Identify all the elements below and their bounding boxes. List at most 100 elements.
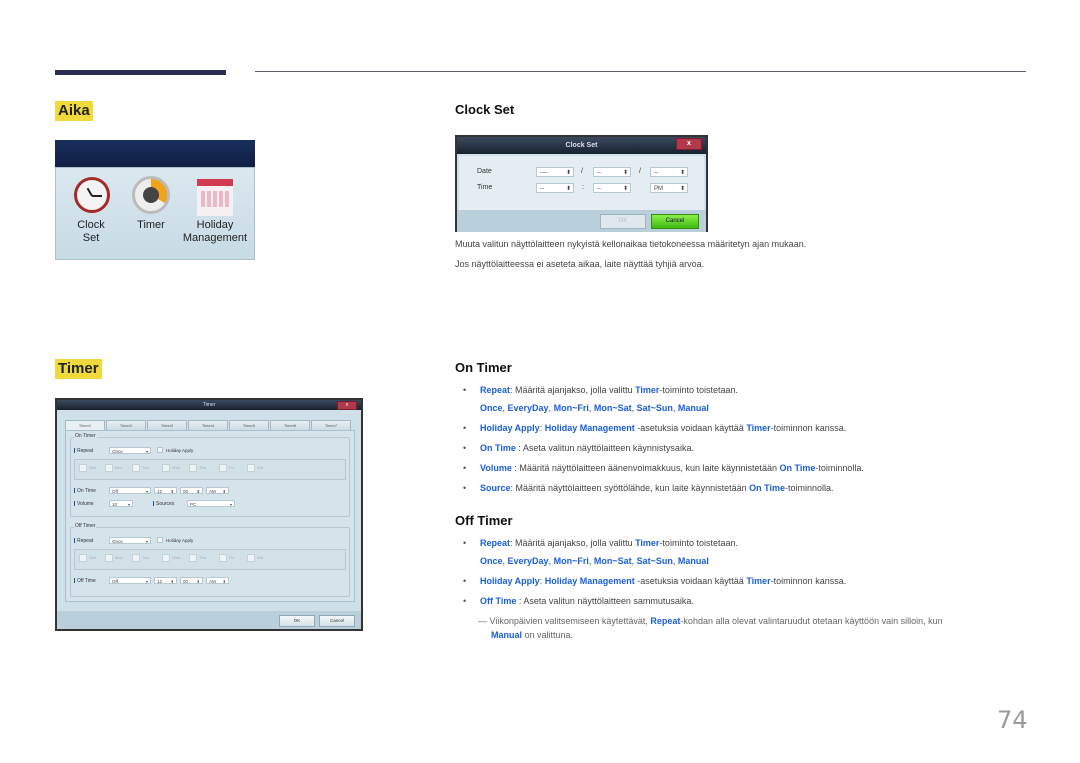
- holiday-management-item[interactable]: Holiday Management: [180, 174, 250, 245]
- day-spinner[interactable]: -- ⬍: [650, 167, 688, 177]
- option: EveryDay: [507, 403, 549, 413]
- on-timer-list: Repeat: Määritä ajanjakso, jolla valittu…: [455, 384, 864, 502]
- day-mon[interactable]: Mon: [105, 464, 123, 472]
- close-button[interactable]: x: [676, 138, 702, 150]
- day-checkboxes: Sun Mon Tue Wed Thu Fri Sat: [74, 459, 346, 480]
- day-wed[interactable]: Wed: [162, 464, 180, 472]
- close-button[interactable]: x: [337, 401, 357, 410]
- repeat-dropdown[interactable]: Once ▾: [109, 447, 151, 454]
- chevron-down-icon: ▾: [145, 579, 148, 584]
- clock-set-label-1: Clock: [77, 219, 105, 231]
- year-value: ----: [540, 170, 548, 176]
- volume-dropdown[interactable]: 10 ▾: [109, 500, 133, 507]
- dialog-title-bar: Timer x: [57, 400, 361, 410]
- day-sat[interactable]: Sat: [247, 464, 263, 472]
- off-hour-spinner[interactable]: 12 ⬍: [154, 577, 177, 584]
- spin-arrows-icon: ⬍: [170, 579, 174, 584]
- repeat-value: Once: [112, 539, 123, 544]
- desc: : Aseta valitun näyttölaitteen sammutusa…: [516, 596, 694, 606]
- year-spinner[interactable]: ---- ⬍: [536, 167, 574, 177]
- day-wed[interactable]: Wed: [162, 554, 180, 562]
- on-timer-group: On Timer Repeat Once ▾ Holiday Apply Sun …: [70, 433, 350, 517]
- desc: : Määritä ajanjakso, jolla valittu: [510, 385, 636, 395]
- hour-spinner[interactable]: -- ⬍: [536, 183, 574, 193]
- on-hour-spinner[interactable]: 12 ⬍: [154, 487, 177, 494]
- spin-arrows-icon: ⬍: [679, 170, 685, 176]
- note-text: Viikonpäivien valitsemiseen käytettävät,: [487, 616, 651, 626]
- repeat-dropdown[interactable]: Once ▾: [109, 537, 151, 544]
- spin-arrows-icon: ⬍: [622, 186, 628, 192]
- dialog-title: Timer: [202, 402, 216, 408]
- ok-button[interactable]: OK: [600, 214, 646, 229]
- holiday-apply-checkbox[interactable]: [157, 447, 163, 453]
- header-accent-bar: [55, 70, 226, 75]
- date-separator: /: [581, 168, 583, 175]
- spin-arrows-icon: ⬍: [170, 489, 174, 494]
- day-fri[interactable]: Fri: [219, 464, 234, 472]
- dialog-footer: OK Cancel: [457, 210, 706, 232]
- option: EveryDay: [507, 556, 549, 566]
- term-source: Source: [480, 483, 511, 493]
- term-timer: Timer: [635, 538, 660, 548]
- list-item: Holiday Apply: Holiday Management -asetu…: [455, 422, 864, 434]
- chevron-down-icon: ▾: [229, 502, 232, 507]
- day-fri[interactable]: Fri: [219, 554, 234, 562]
- holiday-apply-label: Holiday Apply: [166, 538, 194, 543]
- hour-value: 12: [157, 489, 163, 494]
- minute-spinner[interactable]: -- ⬍: [593, 183, 631, 193]
- ampm-spinner[interactable]: PM ⬍: [650, 183, 688, 193]
- panel-header: [55, 140, 255, 167]
- off-ampm-spinner[interactable]: AM ⬍: [206, 577, 229, 584]
- on-time-dropdown[interactable]: Off ▾: [109, 487, 151, 494]
- minute-value: --: [597, 186, 601, 192]
- volume-value: 10: [112, 502, 118, 507]
- option: Mon~Sat: [593, 556, 632, 566]
- off-timer-list: Repeat: Määritä ajanjakso, jolla valittu…: [455, 537, 846, 615]
- minute-value: 00: [183, 489, 189, 494]
- day-sun[interactable]: Sun: [79, 554, 96, 562]
- repeat-options: Once, EveryDay, Mon~Fri, Mon~Sat, Sat~Su…: [480, 403, 709, 413]
- timer-dialog: Timer x Timer1 Timer2 Timer3 Timer4 Time…: [55, 398, 363, 631]
- off-time-value: Off: [112, 579, 118, 584]
- cancel-button[interactable]: Cancel: [319, 615, 355, 627]
- ok-button[interactable]: OK: [279, 615, 315, 627]
- day-sat[interactable]: Sat: [247, 554, 263, 562]
- desc: -toiminnolla.: [815, 463, 864, 473]
- timer-item[interactable]: Timer: [126, 174, 176, 232]
- term-on-time: On Time: [749, 483, 786, 493]
- day-thu[interactable]: Thu: [189, 554, 206, 562]
- day-tue[interactable]: Tue: [132, 464, 149, 472]
- holiday-apply-checkbox[interactable]: [157, 537, 163, 543]
- clock-set-dialog: Clock Set x Date Time ---- ⬍ / -- ⬍ / -- ⬍ …: [455, 135, 708, 232]
- desc: -toiminnon kanssa.: [770, 423, 847, 433]
- day-mon[interactable]: Mon: [105, 554, 123, 562]
- desc: -asetuksia voidaan käyttää: [634, 423, 747, 433]
- spin-arrows-icon: ⬍: [196, 579, 200, 584]
- option: Sat~Sun: [636, 556, 673, 566]
- close-icon: x: [345, 402, 349, 408]
- clock-set-item[interactable]: Clock Set: [66, 174, 116, 245]
- month-spinner[interactable]: -- ⬍: [593, 167, 631, 177]
- on-ampm-spinner[interactable]: AM ⬍: [206, 487, 229, 494]
- aika-icon-panel: Clock Set Timer Holiday Management: [55, 140, 255, 260]
- off-minute-spinner[interactable]: 00 ⬍: [180, 577, 203, 584]
- repeat-value: Once: [112, 449, 123, 454]
- term-holiday-management: Holiday Management: [544, 423, 635, 433]
- spin-arrows-icon: ⬍: [196, 489, 200, 494]
- day-value: --: [654, 170, 658, 176]
- day-thu[interactable]: Thu: [189, 464, 206, 472]
- day-tue[interactable]: Tue: [132, 554, 149, 562]
- repeat-options: Once, EveryDay, Mon~Fri, Mon~Sat, Sat~Su…: [480, 556, 709, 566]
- day-sun[interactable]: Sun: [79, 464, 96, 472]
- option: Manual: [677, 556, 709, 566]
- on-minute-spinner[interactable]: 00 ⬍: [180, 487, 203, 494]
- spin-arrows-icon: ⬍: [222, 579, 226, 584]
- close-icon: x: [687, 140, 691, 147]
- chevron-down-icon: ▾: [145, 539, 148, 544]
- on-time-label: On Time: [74, 488, 96, 494]
- cancel-button[interactable]: Cancel: [651, 214, 699, 229]
- hour-value: --: [540, 186, 544, 192]
- sources-dropdown[interactable]: PC ▾: [187, 500, 235, 507]
- off-time-dropdown[interactable]: Off ▾: [109, 577, 151, 584]
- list-item: Repeat: Määritä ajanjakso, jolla valittu…: [455, 384, 864, 414]
